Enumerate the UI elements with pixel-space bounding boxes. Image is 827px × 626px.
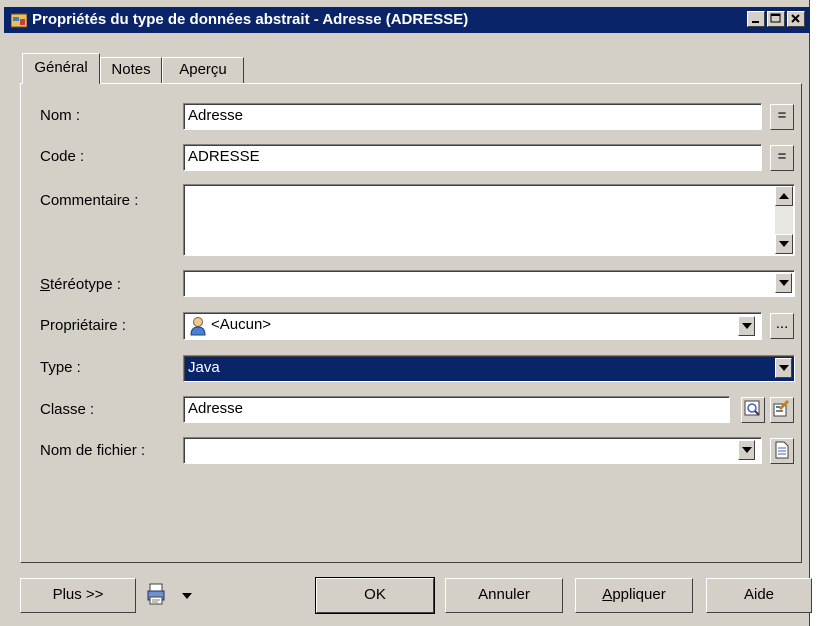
stereotype-dropdown-icon[interactable] — [775, 273, 792, 293]
appliquer-button[interactable]: Appliquer — [575, 578, 693, 613]
proprietaire-combo[interactable]: <Aucun> — [183, 312, 762, 340]
annuler-button[interactable]: Annuler — [445, 578, 563, 613]
plus-button[interactable]: Plus >> — [20, 578, 136, 613]
owner-value: <Aucun> — [211, 316, 272, 333]
aide-button[interactable]: Aide — [706, 578, 812, 613]
type-label: Type : — [40, 359, 81, 376]
tab-apercu[interactable]: Aperçu — [162, 57, 244, 83]
scroll-up-icon[interactable] — [775, 186, 793, 206]
title-bar[interactable]: Propriétés du type de données abstrait -… — [4, 7, 810, 33]
proprietaire-dropdown-icon[interactable] — [738, 316, 755, 336]
user-icon — [189, 316, 207, 336]
stereotype-label: Stéréotype : — [40, 276, 121, 293]
code-label: Code : — [40, 148, 85, 165]
commentaire-textarea[interactable] — [183, 184, 795, 256]
search-icon — [744, 400, 760, 416]
print-dropdown-button[interactable] — [146, 582, 202, 608]
scroll-down-icon[interactable] — [775, 234, 793, 254]
datatype-icon — [10, 12, 28, 28]
code-equal-button[interactable]: = — [770, 145, 794, 171]
tab-general[interactable]: Général — [22, 53, 100, 84]
tab-notes[interactable]: Notes — [100, 57, 162, 83]
chevron-down-icon — [182, 593, 192, 599]
document-icon — [775, 441, 789, 459]
nom-fichier-label: Nom de fichier : — [40, 442, 146, 459]
close-icon[interactable] — [787, 11, 805, 27]
proprietaire-label: Propriétaire : — [40, 317, 126, 334]
commentaire-scrollbar[interactable] — [775, 186, 793, 254]
window-title: Propriétés du type de données abstrait -… — [32, 11, 469, 28]
nom-fichier-dropdown-icon[interactable] — [738, 440, 755, 460]
nom-fichier-edit-button[interactable] — [770, 438, 794, 464]
code-input[interactable]: ADRESSE — [183, 144, 762, 171]
classe-search-button[interactable] — [741, 397, 765, 423]
classe-properties-button[interactable] — [770, 397, 794, 423]
nom-input[interactable]: Adresse — [183, 103, 762, 130]
stereotype-combo[interactable] — [183, 270, 795, 297]
minimize-icon[interactable] — [747, 11, 765, 27]
properties-dialog: Propriétés du type de données abstrait -… — [0, 0, 812, 626]
classe-input[interactable]: Adresse — [183, 396, 730, 423]
proprietaire-browse-button[interactable]: ... — [770, 313, 794, 339]
type-dropdown-icon[interactable] — [775, 358, 792, 378]
ok-button[interactable]: OK — [315, 577, 435, 614]
printer-icon — [147, 583, 165, 605]
type-combo[interactable]: Java — [183, 355, 795, 382]
classe-label: Classe : — [40, 401, 95, 418]
properties-icon — [773, 399, 790, 417]
nom-label: Nom : — [40, 107, 81, 124]
commentaire-label: Commentaire : — [40, 192, 139, 209]
maximize-icon[interactable] — [767, 11, 785, 27]
nom-fichier-combo[interactable] — [183, 437, 762, 464]
nom-equal-button[interactable]: = — [770, 104, 794, 130]
